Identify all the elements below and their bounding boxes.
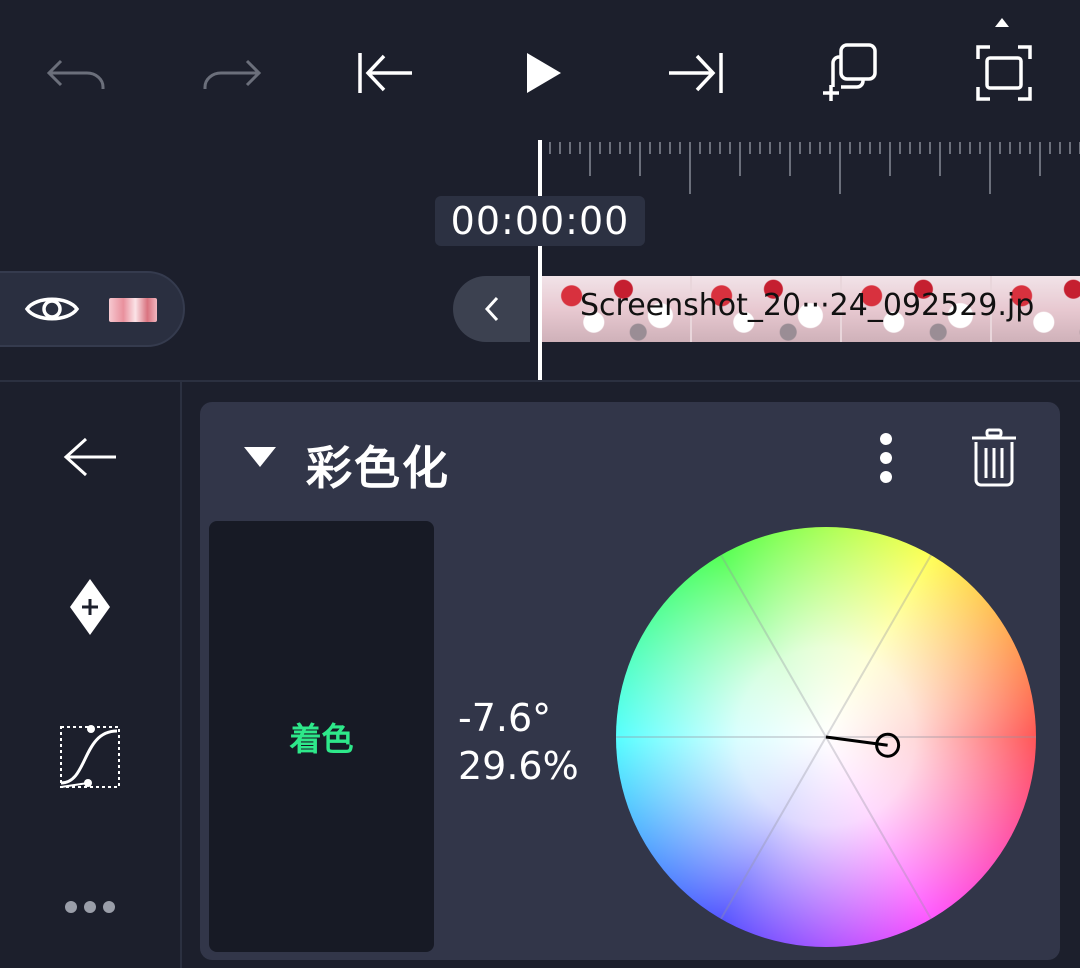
jump-to-end-button[interactable] <box>650 28 740 118</box>
undo-button[interactable] <box>32 28 122 118</box>
add-layer-button[interactable] <box>804 28 894 118</box>
play-icon <box>527 53 561 93</box>
clip-collapse-button[interactable] <box>453 276 530 342</box>
curve-icon <box>60 725 120 788</box>
redo-icon <box>203 59 262 89</box>
color-readout: -7.6° 29.6% <box>458 694 579 790</box>
fullscreen-caret-icon <box>995 18 1009 27</box>
play-button[interactable] <box>498 28 588 118</box>
playback-toolbar <box>0 0 1080 140</box>
visibility-toggle[interactable] <box>18 272 86 346</box>
wheel-guide-line <box>825 554 932 738</box>
colorize-mode-button[interactable]: 着色 <box>209 521 434 952</box>
playhead[interactable] <box>538 140 542 380</box>
effect-title: 彩色化 <box>306 441 450 495</box>
fullscreen-button[interactable] <box>959 28 1049 118</box>
timeline-ruler[interactable] <box>540 140 1080 195</box>
wheel-guide-line <box>720 736 827 920</box>
timeline-clip[interactable]: Screenshot_20···24_092529.jp <box>542 276 1080 342</box>
wheel-guide-line <box>825 736 932 920</box>
app-root: 00:00:00 Screenshot_20···24_092529.jp 彩色… <box>0 0 1080 968</box>
wheel-guides <box>616 554 1036 920</box>
hue-value: -7.6° <box>458 696 552 740</box>
add-keyframe-button[interactable] <box>45 562 135 652</box>
vertical-ellipsis-icon <box>880 433 892 483</box>
back-button[interactable] <box>45 412 135 502</box>
divider <box>180 380 182 968</box>
more-options-button[interactable] <box>45 862 135 952</box>
jump-to-start-button[interactable] <box>341 28 431 118</box>
add-copy-icon <box>823 43 877 101</box>
collapse-triangle-icon[interactable] <box>244 447 276 467</box>
skip-end-icon <box>669 53 723 93</box>
easing-curve-button[interactable] <box>45 712 135 802</box>
clip-name: Screenshot_20···24_092529.jp <box>580 288 1035 323</box>
trash-icon <box>972 428 1016 487</box>
mode-label: 着色 <box>289 719 354 758</box>
layer-thumbnail <box>109 298 157 322</box>
saturation-value: 29.6% <box>458 744 579 788</box>
undo-icon <box>46 59 105 89</box>
keyframe-add-icon <box>70 579 110 635</box>
timecode-display: 00:00:00 <box>435 196 645 246</box>
wheel-guide-line <box>720 554 827 738</box>
delete-effect-button[interactable] <box>962 424 1026 492</box>
fullscreen-icon <box>976 45 1032 101</box>
redo-button[interactable] <box>186 28 276 118</box>
arrow-left-icon <box>63 437 116 477</box>
effect-menu-button[interactable] <box>860 428 912 488</box>
divider <box>0 380 1080 382</box>
eye-icon <box>24 297 80 321</box>
chevron-left-icon <box>484 296 498 322</box>
skip-start-icon <box>358 53 412 93</box>
color-wheel[interactable] <box>616 527 1036 947</box>
ellipsis-icon <box>65 901 115 913</box>
